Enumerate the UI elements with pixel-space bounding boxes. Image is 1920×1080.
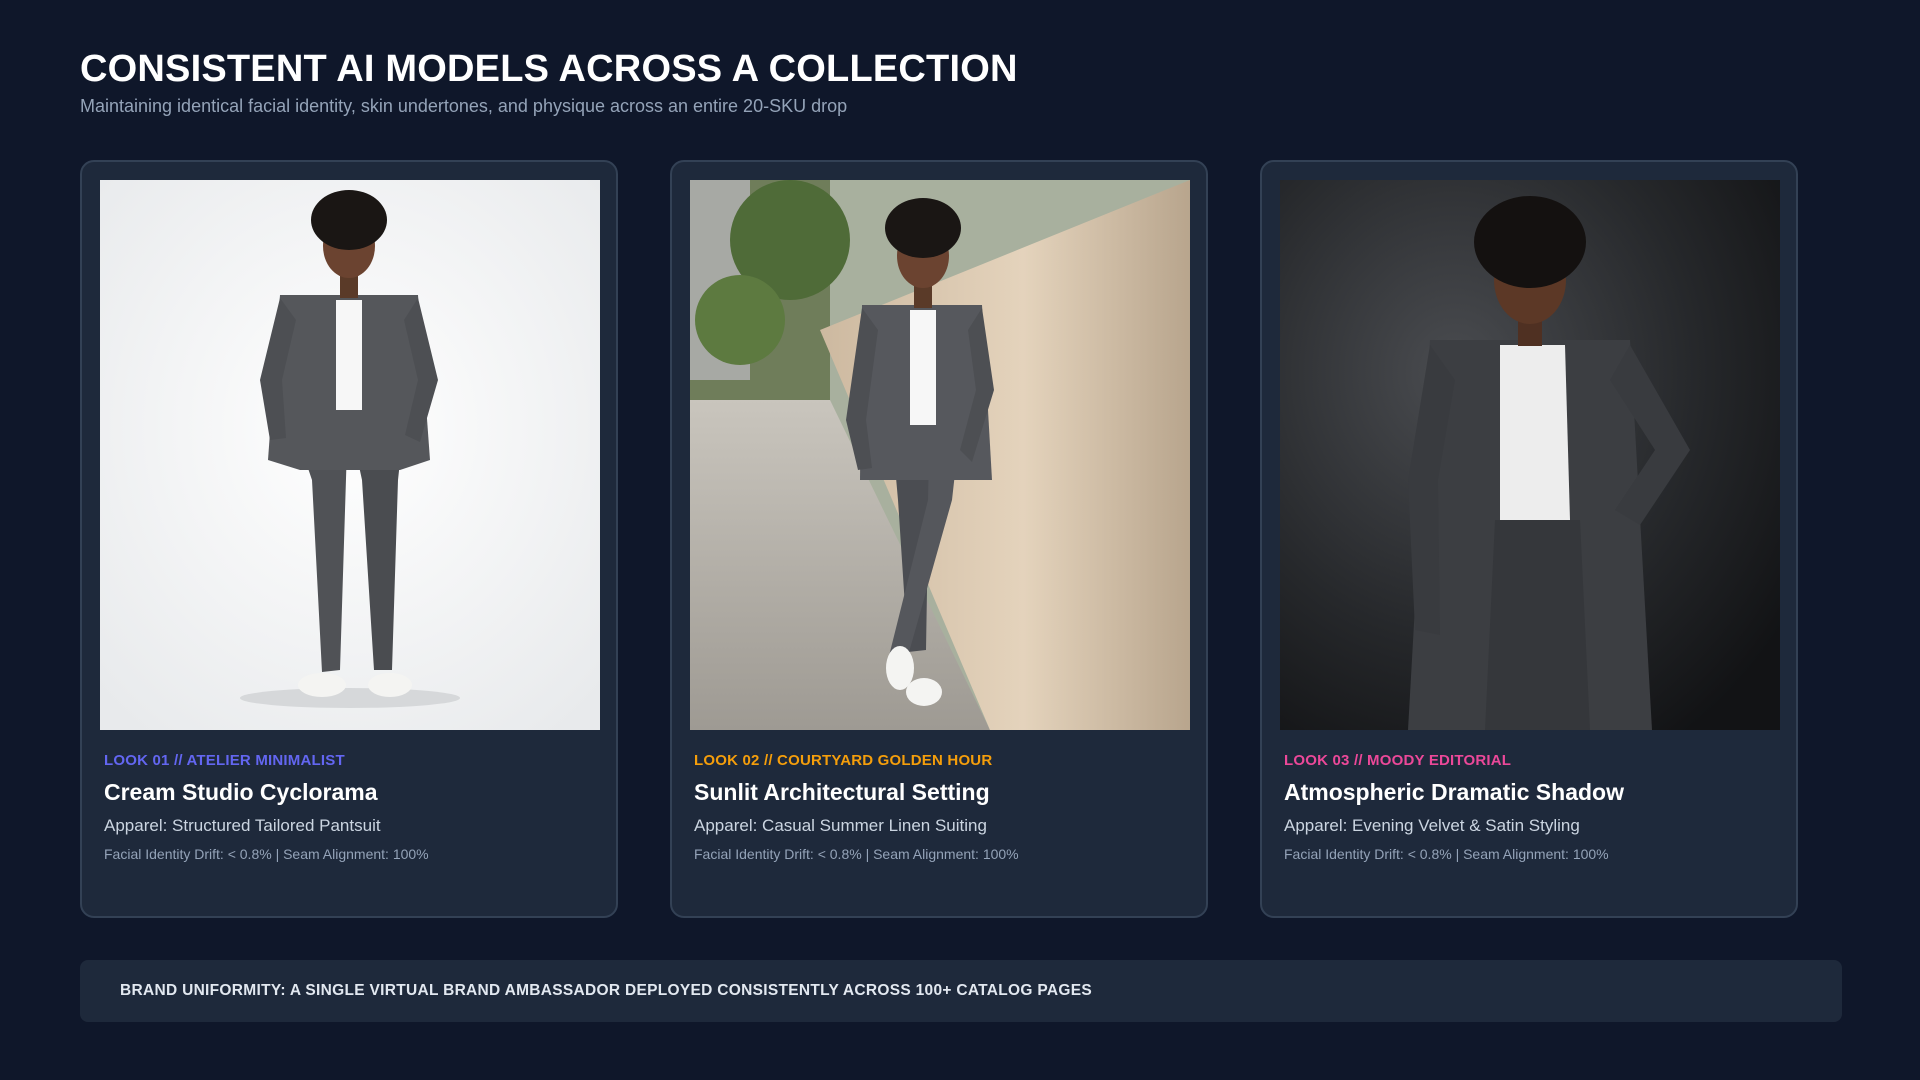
page: CONSISTENT AI MODELS ACROSS A COLLECTION… bbox=[0, 0, 1920, 1080]
model-photo-street bbox=[690, 180, 1190, 730]
apparel-text: Apparel: Structured Tailored Pantsuit bbox=[104, 816, 381, 835]
banner-text: BRAND UNIFORMITY: A SINGLE VIRTUAL BRAND… bbox=[120, 982, 1092, 999]
page-subtitle: Maintaining identical facial identity, s… bbox=[80, 96, 848, 116]
look-title: Sunlit Architectural Setting bbox=[694, 779, 990, 805]
metrics-text: Facial Identity Drift: < 0.8% | Seam Ali… bbox=[104, 846, 429, 862]
model-photo-dramatic bbox=[1280, 180, 1780, 730]
look-card-3[interactable]: LOOK 03 // MOODY EDITORIAL Atmospheric D… bbox=[1260, 160, 1798, 918]
page-title: CONSISTENT AI MODELS ACROSS A COLLECTION bbox=[80, 48, 1018, 90]
apparel-text: Apparel: Evening Velvet & Satin Styling bbox=[1284, 816, 1580, 835]
look-label: LOOK 02 // COURTYARD GOLDEN HOUR bbox=[694, 752, 993, 769]
look-title: Cream Studio Cyclorama bbox=[104, 779, 378, 805]
model-photo-studio bbox=[100, 180, 600, 730]
look-card-1[interactable]: LOOK 01 // ATELIER MINIMALIST Cream Stud… bbox=[80, 160, 618, 918]
metrics-text: Facial Identity Drift: < 0.8% | Seam Ali… bbox=[1284, 846, 1609, 862]
look-label: LOOK 03 // MOODY EDITORIAL bbox=[1284, 752, 1512, 769]
look-label: LOOK 01 // ATELIER MINIMALIST bbox=[104, 752, 345, 769]
brand-uniformity-banner: BRAND UNIFORMITY: A SINGLE VIRTUAL BRAND… bbox=[80, 960, 1842, 1022]
look-card-2[interactable]: LOOK 02 // COURTYARD GOLDEN HOUR Sunlit … bbox=[670, 160, 1208, 918]
metrics-text: Facial Identity Drift: < 0.8% | Seam Ali… bbox=[694, 846, 1019, 862]
look-title: Atmospheric Dramatic Shadow bbox=[1284, 779, 1624, 805]
apparel-text: Apparel: Casual Summer Linen Suiting bbox=[694, 816, 987, 835]
look-cards: LOOK 01 // ATELIER MINIMALIST Cream Stud… bbox=[80, 160, 1802, 920]
